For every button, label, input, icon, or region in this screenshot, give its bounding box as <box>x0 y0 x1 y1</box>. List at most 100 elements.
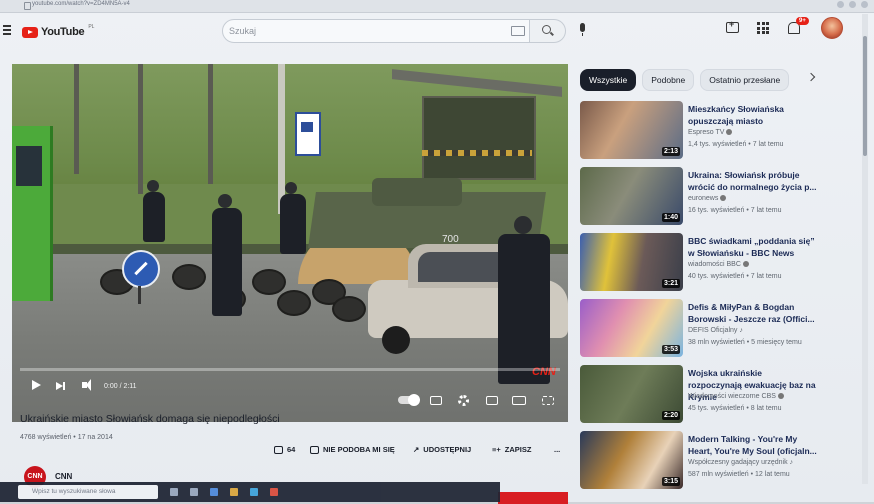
like-button[interactable]: 64 <box>274 445 295 454</box>
video-thumbnail[interactable]: 1:40 <box>580 167 683 225</box>
video-thumbnail[interactable]: 3:21 <box>580 233 683 291</box>
fullscreen-icon[interactable] <box>542 396 554 405</box>
road-sign <box>122 250 160 288</box>
save-icon: ≡+ <box>492 445 501 454</box>
recommendation-channel[interactable]: Espreso TV <box>688 129 733 136</box>
video-thumbnail[interactable]: 2:20 <box>580 365 683 423</box>
taskbar-app-icon[interactable] <box>270 488 278 496</box>
recommendation-title[interactable]: Mieszkańcy Słowiańska opuszczają miasto <box>688 103 818 127</box>
search-input[interactable]: Szukaj <box>222 19 530 43</box>
taskbar-app-icon[interactable] <box>170 488 178 496</box>
like-count: 64 <box>287 445 296 454</box>
green-bus <box>12 126 53 301</box>
filter-chips: Wszystkie Podobne Ostatnio przesłane <box>580 69 790 91</box>
save-button[interactable]: ≡+ ZAPISZ <box>492 445 531 454</box>
notifications-badge: 9+ <box>796 17 809 25</box>
video-duration: 2:13 <box>661 147 680 156</box>
logo-region: PL <box>88 24 95 30</box>
video-time: 0:00 / 2:11 <box>104 383 137 390</box>
recommendation-meta: 1,4 tys. wyświetleń • 7 lat temu <box>688 141 784 148</box>
recommendation-meta: 38 mln wyświetleń • 5 miesięcy temu <box>688 339 802 346</box>
recommendation-title[interactable]: BBC świadkami „poddania się” w Słowiańsk… <box>688 235 818 259</box>
apps-grid-icon[interactable] <box>757 22 769 34</box>
more-icon: ... <box>554 445 561 454</box>
chip-related[interactable]: Podobne <box>642 69 695 91</box>
microphone-icon[interactable] <box>580 23 585 36</box>
windows-taskbar: Wpisz tu wyszukiwane słowa <box>0 482 500 502</box>
taskbar-app-icon[interactable] <box>190 488 198 496</box>
more-actions-button[interactable]: ... <box>554 445 560 454</box>
recommendation-item[interactable]: 2:20 Wojska ukraińskie rozpoczynają ewak… <box>580 365 860 425</box>
taskbar-app-icon[interactable] <box>250 488 258 496</box>
recommendation-meta: 40 tys. wyświetleń • 7 lat temu <box>688 273 782 280</box>
dislike-button[interactable]: NIE PODOBA MI SIĘ <box>310 445 395 454</box>
bus-stop-sign <box>295 112 321 156</box>
browser-extension-icons <box>837 1 868 8</box>
user-avatar[interactable] <box>821 17 843 39</box>
lock-icon <box>24 2 31 10</box>
search-button[interactable] <box>530 19 566 43</box>
theater-mode-icon[interactable] <box>512 396 526 405</box>
menu-icon[interactable] <box>3 25 11 35</box>
recommendation-item[interactable]: 3:21 BBC świadkami „poddania się” w Słow… <box>580 233 860 293</box>
youtube-logo[interactable]: YouTube PL <box>22 24 95 38</box>
recommendation-item[interactable]: 3:15 Modern Talking - You're My Heart, Y… <box>580 431 860 491</box>
recommendation-channel[interactable]: euronews <box>688 195 727 202</box>
recommendation-title[interactable]: Ukraina: Słowiańsk próbuje wrócić do nor… <box>688 169 818 193</box>
share-button[interactable]: ↗ UDOSTĘPNIJ <box>413 445 471 454</box>
play-icon[interactable] <box>32 380 41 390</box>
browser-address-bar[interactable]: youtube.com/watch?v=ZD4MN5A-v4 <box>0 0 874 13</box>
keyboard-icon[interactable] <box>511 26 525 36</box>
video-progress-bar[interactable] <box>20 368 560 371</box>
logo-text: YouTube <box>41 26 85 38</box>
volume-icon[interactable] <box>82 379 91 391</box>
taskbar-search[interactable]: Wpisz tu wyszukiwane słowa <box>18 485 158 499</box>
recommendation-channel[interactable]: Współczesny gadający urzędnik ♪ <box>688 459 793 466</box>
subscribe-button[interactable] <box>498 492 568 504</box>
verified-icon <box>720 195 727 202</box>
settings-gear-icon[interactable] <box>458 395 469 406</box>
recommendation-meta: 16 tys. wyświetleń • 7 lat temu <box>688 207 782 214</box>
scrollbar-thumb[interactable] <box>863 36 867 156</box>
recommendation-item[interactable]: 2:13 Mieszkańcy Słowiańska opuszczają mi… <box>580 101 860 161</box>
subtitles-icon[interactable] <box>430 396 442 405</box>
miniplayer-icon[interactable] <box>486 396 498 405</box>
video-duration: 3:15 <box>661 477 680 486</box>
autoplay-toggle[interactable] <box>398 394 420 406</box>
recommendation-channel[interactable]: DEFIS Oficjalny ♪ <box>688 327 743 334</box>
recommendation-item[interactable]: 1:40 Ukraina: Słowiańsk próbuje wrócić d… <box>580 167 860 227</box>
verified-icon <box>742 261 749 268</box>
next-icon[interactable] <box>56 382 65 390</box>
channel-name[interactable]: CNN <box>55 472 72 481</box>
verified-icon <box>777 393 784 400</box>
recommendation-channel[interactable]: wiadomości BBC <box>688 261 749 268</box>
chip-all[interactable]: Wszystkie <box>580 69 637 91</box>
taskbar-search-placeholder: Wpisz tu wyszukiwane słowa <box>32 488 116 495</box>
video-duration: 3:21 <box>661 279 680 288</box>
recommendation-item[interactable]: 3:53 Defis & MiłyPan & Bogdan Borowski -… <box>580 299 860 359</box>
verified-icon <box>726 129 733 136</box>
save-label: ZAPISZ <box>504 445 532 454</box>
url-text[interactable]: youtube.com/watch?v=ZD4MN5A-v4 <box>32 1 130 7</box>
thumbs-down-icon <box>310 445 319 454</box>
music-note-icon: ♪ <box>787 459 794 466</box>
video-duration: 3:53 <box>661 345 680 354</box>
create-video-icon[interactable] <box>726 19 739 33</box>
recommendation-title[interactable]: Modern Talking - You're My Heart, You're… <box>688 433 818 457</box>
video-thumbnail[interactable]: 3:15 <box>580 431 683 489</box>
taskbar-app-icon[interactable] <box>210 488 218 496</box>
music-note-icon: ♪ <box>737 327 743 334</box>
video-duration: 1:40 <box>661 213 680 222</box>
video-meta: 4768 wyświetleń • 17 na 2014 <box>20 434 113 441</box>
taskbar-app-icon[interactable] <box>230 488 238 496</box>
share-label: UDOSTĘPNIJ <box>423 445 472 454</box>
youtube-play-icon <box>22 26 38 38</box>
chip-recent[interactable]: Ostatnio przesłane <box>700 69 790 91</box>
dislike-label: NIE PODOBA MI SIĘ <box>323 445 395 454</box>
video-thumbnail[interactable]: 2:13 <box>580 101 683 159</box>
recommendation-title[interactable]: Defis & MiłyPan & Bogdan Borowski - Jesz… <box>688 301 818 325</box>
recommendation-channel[interactable]: Wiadomości wieczorne CBS <box>688 393 784 400</box>
video-duration: 2:20 <box>661 411 680 420</box>
video-thumbnail[interactable]: 3:53 <box>580 299 683 357</box>
share-icon: ↗ <box>413 445 420 454</box>
